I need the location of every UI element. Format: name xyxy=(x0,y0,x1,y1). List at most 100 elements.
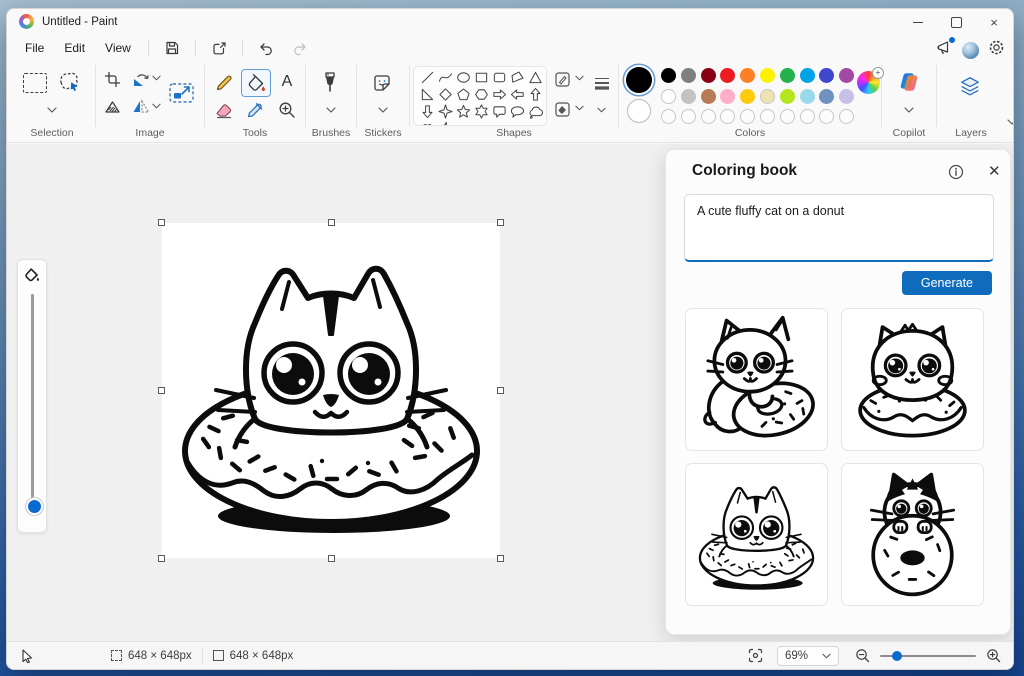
shape-arrow-up-icon[interactable] xyxy=(526,86,544,103)
secondary-color-well[interactable] xyxy=(627,99,651,123)
copilot-chevron[interactable] xyxy=(904,107,914,113)
undo-button[interactable] xyxy=(250,38,283,59)
empty-color-swatch[interactable] xyxy=(839,109,855,124)
shape-rectangle-icon[interactable] xyxy=(472,69,490,86)
generated-thumbnail-2[interactable] xyxy=(841,308,984,451)
generate-button[interactable]: Generate xyxy=(901,271,992,295)
zoom-slider-thumb[interactable] xyxy=(892,650,902,661)
selection-handle[interactable] xyxy=(158,555,165,562)
menu-file[interactable]: File xyxy=(15,37,54,59)
empty-color-swatch[interactable] xyxy=(799,109,815,124)
empty-color-swatch[interactable] xyxy=(779,109,795,124)
close-button[interactable]: × xyxy=(975,9,1013,35)
stickers-button[interactable] xyxy=(372,73,392,93)
drawing-canvas[interactable] xyxy=(158,219,504,562)
fill-tolerance-slider[interactable] xyxy=(26,498,43,515)
shape-rounded-rectangle-icon[interactable] xyxy=(490,69,508,86)
color-swatch[interactable] xyxy=(779,88,795,104)
rectangle-select-button[interactable] xyxy=(23,73,47,93)
generated-thumbnail-4[interactable] xyxy=(841,463,984,606)
save-button[interactable] xyxy=(156,37,188,59)
color-swatch[interactable] xyxy=(799,88,815,104)
generated-thumbnail-1[interactable] xyxy=(685,308,828,451)
shape-arrow-right-icon[interactable] xyxy=(490,86,508,103)
text-tool-button[interactable]: A xyxy=(273,69,301,95)
empty-color-swatch[interactable] xyxy=(700,109,716,124)
minimize-button[interactable] xyxy=(899,9,937,35)
selection-handle[interactable] xyxy=(158,219,165,226)
selection-handle[interactable] xyxy=(327,555,335,562)
maximize-button[interactable] xyxy=(937,9,975,35)
prompt-input[interactable]: A cute fluffy cat on a donut xyxy=(684,194,994,262)
shape-oval-speech-bubble-icon[interactable] xyxy=(508,103,526,120)
resize-image-button[interactable] xyxy=(168,81,195,105)
selection-options-chevron[interactable] xyxy=(47,107,57,113)
shape-thought-bubble-icon[interactable] xyxy=(526,103,544,120)
color-swatch[interactable] xyxy=(759,88,775,104)
share-button[interactable] xyxy=(203,37,235,59)
pencil-tool-button[interactable] xyxy=(209,69,237,95)
primary-color-well[interactable] xyxy=(626,67,652,93)
empty-color-swatch[interactable] xyxy=(680,109,696,124)
copilot-button[interactable] xyxy=(898,71,920,93)
zoom-in-button[interactable] xyxy=(986,648,1001,663)
flip-chevron[interactable] xyxy=(152,103,161,109)
panel-close-button[interactable]: ✕ xyxy=(984,160,1005,182)
zoom-out-button[interactable] xyxy=(855,648,870,663)
color-swatch[interactable] xyxy=(700,68,716,83)
color-swatch[interactable] xyxy=(700,88,716,104)
shape-outline-button[interactable] xyxy=(554,71,571,88)
info-button[interactable] xyxy=(948,164,964,185)
shape-fill-button[interactable] xyxy=(554,101,571,118)
generated-thumbnail-3[interactable] xyxy=(685,463,828,606)
shape-speech-bubble-icon[interactable] xyxy=(490,103,508,120)
color-swatch[interactable] xyxy=(680,68,696,83)
shape-heart-icon[interactable] xyxy=(418,120,436,125)
shape-four-point-star-icon[interactable] xyxy=(436,103,454,120)
brushes-chevron[interactable] xyxy=(326,107,336,113)
selection-handle[interactable] xyxy=(497,555,504,562)
selection-handle[interactable] xyxy=(327,219,335,226)
shape-six-point-star-icon[interactable] xyxy=(472,103,490,120)
empty-color-swatch[interactable] xyxy=(740,109,756,124)
color-swatch[interactable] xyxy=(779,68,795,83)
rotate-chevron[interactable] xyxy=(152,75,161,81)
flip-button[interactable] xyxy=(132,99,150,114)
color-swatch[interactable] xyxy=(720,88,736,104)
color-swatch[interactable] xyxy=(720,68,736,83)
menu-view[interactable]: View xyxy=(95,37,141,59)
color-swatch[interactable] xyxy=(799,68,815,83)
empty-color-swatch[interactable] xyxy=(819,109,835,124)
menu-edit[interactable]: Edit xyxy=(54,37,95,59)
brushes-button[interactable] xyxy=(321,71,339,93)
shape-fill-chevron[interactable] xyxy=(575,105,584,111)
fit-to-screen-button[interactable] xyxy=(748,648,763,663)
fill-tool-button[interactable] xyxy=(241,69,271,97)
line-thickness-chevron[interactable] xyxy=(597,107,606,113)
shape-pentagon-icon[interactable] xyxy=(454,86,472,103)
shape-line-icon[interactable] xyxy=(418,69,436,86)
empty-color-swatch[interactable] xyxy=(661,109,676,124)
empty-color-swatch[interactable] xyxy=(759,109,775,124)
shape-five-point-star-icon[interactable] xyxy=(454,103,472,120)
shape-triangle-icon[interactable] xyxy=(526,69,544,86)
color-swatch[interactable] xyxy=(819,88,835,104)
redo-button[interactable] xyxy=(283,38,316,59)
color-swatch[interactable] xyxy=(680,88,696,104)
magnifier-tool-button[interactable] xyxy=(273,97,301,123)
shape-outline-chevron[interactable] xyxy=(575,75,584,81)
selection-handle[interactable] xyxy=(158,387,165,394)
empty-color-swatch[interactable] xyxy=(720,109,736,124)
shape-arrow-down-icon[interactable] xyxy=(418,103,436,120)
zoom-level-dropdown[interactable]: 69% xyxy=(777,645,839,666)
freeform-select-button[interactable] xyxy=(57,69,81,93)
crop-button[interactable] xyxy=(104,71,121,88)
stickers-chevron[interactable] xyxy=(378,107,388,113)
fill-tolerance-track[interactable] xyxy=(31,294,34,500)
color-swatch[interactable] xyxy=(661,88,676,104)
selection-handle[interactable] xyxy=(497,387,504,394)
remove-background-button[interactable] xyxy=(104,99,121,115)
shape-lightning-icon[interactable] xyxy=(436,120,454,125)
eraser-tool-button[interactable] xyxy=(209,97,237,123)
edit-colors-button[interactable]: + xyxy=(857,67,884,94)
